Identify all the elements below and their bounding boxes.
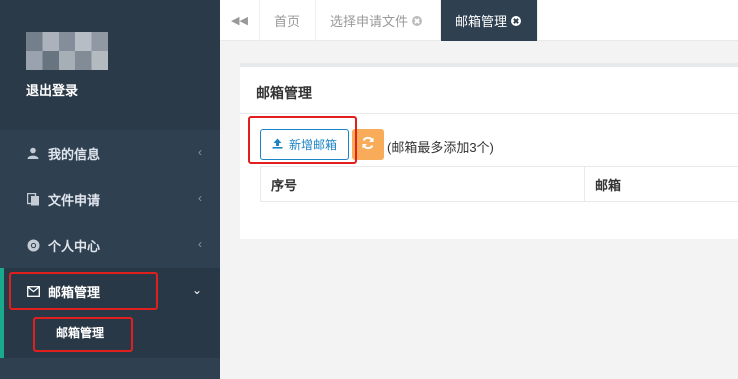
close-icon[interactable]	[511, 15, 522, 26]
sidebar-item-file-apply[interactable]: 文件申请 ‹	[0, 176, 220, 222]
profile-area: 退出登录	[0, 0, 220, 130]
tab-label: 首页	[274, 14, 301, 29]
files-icon	[26, 192, 40, 206]
chevron-left-icon: ‹	[198, 237, 202, 251]
logout-link[interactable]: 退出登录	[26, 80, 78, 99]
mailbox-limit-note: (邮箱最多添加3个)	[387, 140, 494, 155]
tab-bar: ◀◀ 首页 选择申请文件 邮箱管理	[220, 0, 738, 41]
tab-label: 邮箱管理	[455, 14, 508, 29]
highlight-box	[9, 272, 158, 310]
highlight-box	[248, 116, 357, 164]
tab-home[interactable]: 首页	[260, 0, 316, 41]
sidebar-item-personal-center[interactable]: 个人中心 ‹	[0, 222, 220, 268]
mailbox-table: 序号 邮箱	[260, 166, 738, 202]
sidebar-item-label: 我的信息	[48, 146, 101, 162]
double-chevron-left-icon: ◀◀	[231, 15, 248, 27]
refresh-icon	[361, 136, 375, 153]
panel-title: 邮箱管理	[256, 85, 312, 101]
user-icon	[26, 146, 40, 160]
sidebar-item-my-info[interactable]: 我的信息 ‹	[0, 130, 220, 176]
tab-select-files[interactable]: 选择申请文件	[316, 0, 441, 41]
divider	[240, 113, 738, 114]
chevron-left-icon: ‹	[198, 191, 202, 205]
tab-mailbox-management[interactable]: 邮箱管理	[441, 0, 538, 41]
avatar	[26, 32, 108, 70]
sidebar-item-label: 个人中心	[48, 238, 101, 254]
close-icon[interactable]	[412, 15, 423, 26]
tab-label: 选择申请文件	[330, 14, 409, 29]
highlight-box	[33, 317, 133, 352]
chevron-left-icon: ‹	[198, 145, 202, 159]
sidebar-item-label: 文件申请	[48, 192, 101, 208]
table-header-email: 邮箱	[595, 177, 622, 193]
table-header-index: 序号	[261, 167, 585, 201]
tab-scroll-left-button[interactable]: ◀◀	[220, 0, 260, 41]
chrome-icon	[26, 238, 40, 252]
chevron-down-icon: ⌄	[191, 283, 202, 297]
